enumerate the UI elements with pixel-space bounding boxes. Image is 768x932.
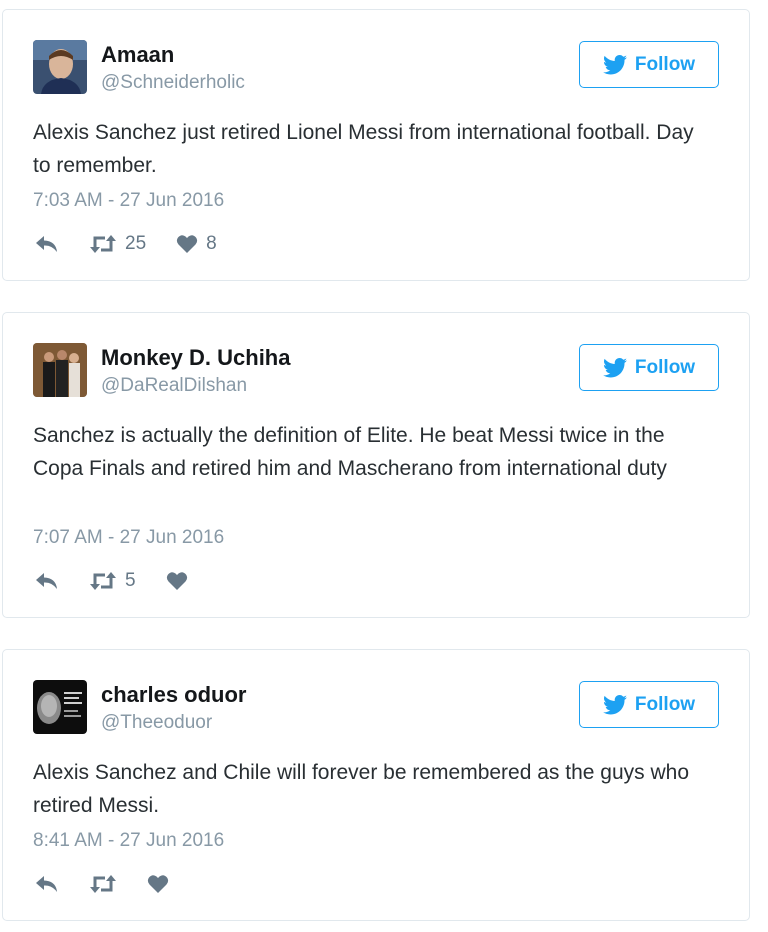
reply-button[interactable] — [35, 571, 59, 591]
user-handle[interactable]: @Theeoduor — [101, 712, 212, 734]
avatar[interactable] — [33, 680, 87, 734]
reply-icon — [36, 236, 57, 252]
follow-button[interactable]: Follow — [579, 681, 719, 728]
heart-icon — [177, 235, 198, 253]
follow-label: Follow — [634, 53, 696, 75]
tweet-timestamp[interactable]: 8:41 AM - 27 Jun 2016 — [33, 830, 224, 852]
tweet-actions: 25 8 — [35, 231, 247, 257]
tweet-header: charles oduor @Theeoduor Follow — [33, 680, 719, 736]
retweet-icon — [90, 875, 116, 893]
tweet-actions: 5 — [35, 568, 218, 594]
avatar[interactable] — [33, 40, 87, 94]
reply-icon — [36, 876, 57, 892]
retweet-icon — [90, 235, 116, 253]
reply-button[interactable] — [35, 874, 59, 894]
twitter-bird-icon — [602, 357, 627, 377]
tweet-card: Monkey D. Uchiha @DaRealDilshan Follow S… — [2, 312, 750, 618]
retweet-count: 5 — [125, 570, 136, 591]
reply-button[interactable] — [35, 234, 59, 254]
heart-icon — [166, 572, 187, 590]
follow-button[interactable]: Follow — [579, 344, 719, 391]
retweet-button[interactable]: 5 — [89, 570, 136, 592]
reply-icon — [36, 573, 57, 589]
tweet-header: Monkey D. Uchiha @DaRealDilshan Follow — [33, 343, 719, 399]
tweet-text: Sanchez is actually the definition of El… — [33, 424, 667, 480]
follow-button[interactable]: Follow — [579, 41, 719, 88]
retweet-count: 25 — [125, 233, 147, 254]
user-handle[interactable]: @Schneiderholic — [101, 72, 245, 94]
twitter-bird-icon — [602, 694, 627, 714]
like-count: 8 — [206, 233, 217, 254]
heart-icon — [147, 875, 169, 893]
tweet-actions — [35, 871, 199, 897]
retweet-button[interactable] — [89, 874, 117, 894]
tweet-timestamp[interactable]: 7:03 AM - 27 Jun 2016 — [33, 190, 224, 212]
tweet-timestamp[interactable]: 7:07 AM - 27 Jun 2016 — [33, 527, 224, 549]
tweet-text: Alexis Sanchez and Chile will forever be… — [33, 761, 689, 817]
tweet-text: Alexis Sanchez just retired Lionel Messi… — [33, 121, 694, 177]
user-name[interactable]: Monkey D. Uchiha — [101, 345, 290, 371]
tweet-card: charles oduor @Theeoduor Follow Alexis S… — [2, 649, 750, 921]
avatar[interactable] — [33, 343, 87, 397]
user-name[interactable]: Amaan — [101, 42, 174, 68]
like-button[interactable]: 8 — [176, 233, 217, 255]
twitter-bird-icon — [602, 54, 627, 74]
retweet-icon — [90, 572, 116, 590]
user-name[interactable]: charles oduor — [101, 682, 246, 708]
follow-label: Follow — [634, 356, 696, 378]
user-handle[interactable]: @DaRealDilshan — [101, 375, 247, 397]
retweet-button[interactable]: 25 — [89, 233, 146, 255]
like-button[interactable] — [147, 874, 169, 894]
follow-label: Follow — [634, 693, 696, 715]
tweet-card: Amaan @Schneiderholic Follow Alexis Sanc… — [2, 9, 750, 281]
tweet-header: Amaan @Schneiderholic Follow — [33, 40, 719, 96]
like-button[interactable] — [166, 571, 188, 591]
